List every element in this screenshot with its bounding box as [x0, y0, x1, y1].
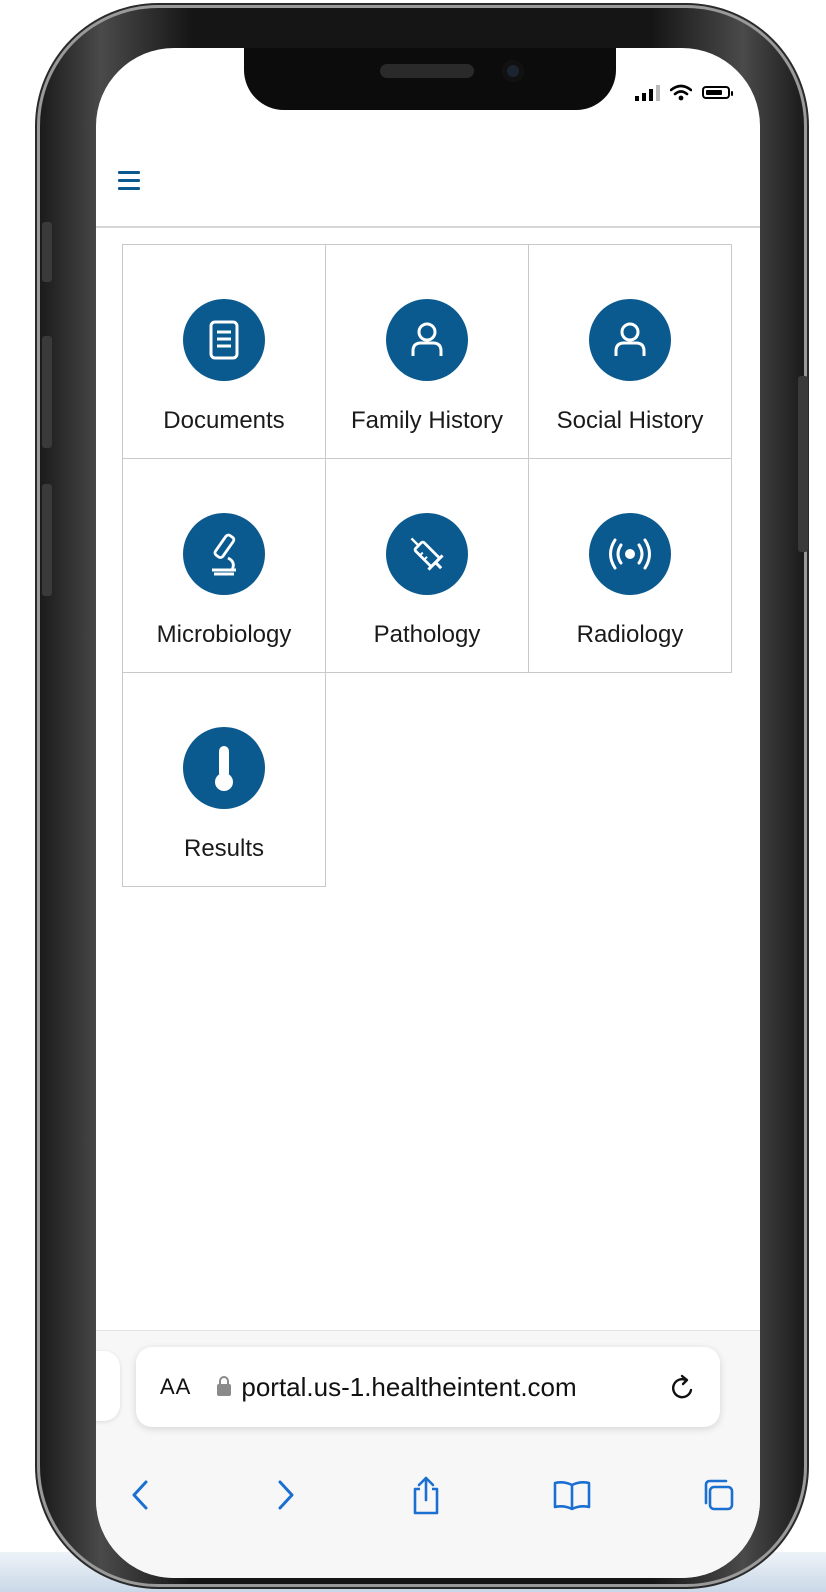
tile-label: Social History [556, 407, 704, 434]
document-icon [183, 299, 265, 381]
tile-pathology[interactable]: Pathology [325, 458, 529, 673]
person-icon [589, 299, 671, 381]
front-camera [502, 60, 524, 82]
url-text[interactable]: portal.us-1.healtheintent.com [241, 1372, 670, 1403]
volume-down-button [42, 484, 52, 596]
status-bar [635, 84, 733, 101]
battery-icon [702, 86, 733, 99]
tile-microbiology[interactable]: Microbiology [122, 458, 326, 673]
reload-icon[interactable] [670, 1373, 696, 1401]
tabs-icon[interactable] [688, 1465, 748, 1525]
syringe-icon [386, 513, 468, 595]
tile-results[interactable]: Results [122, 672, 326, 887]
bookmarks-icon[interactable] [542, 1465, 602, 1525]
safari-toolbar [96, 1465, 760, 1525]
tile-label: Documents [163, 407, 285, 434]
tile-label: Results [183, 835, 265, 862]
tile-label: Family History [350, 407, 503, 434]
previous-tab-edge[interactable] [96, 1351, 120, 1421]
tile-label: Pathology [373, 621, 481, 648]
tile-family-history[interactable]: Family History [325, 244, 529, 459]
tile-label: Radiology [576, 621, 684, 648]
module-grid: Documents Family History Social History … [122, 244, 732, 887]
volume-up-button [42, 336, 52, 448]
tile-documents[interactable]: Documents [122, 244, 326, 459]
power-button [798, 376, 808, 552]
notch [244, 48, 616, 110]
app-header [96, 148, 760, 228]
radiation-signal-icon [589, 513, 671, 595]
share-icon[interactable] [396, 1465, 456, 1525]
person-icon [386, 299, 468, 381]
hamburger-menu-icon[interactable] [118, 168, 142, 192]
text-size-button[interactable]: AA [160, 1374, 191, 1400]
microscope-icon [183, 513, 265, 595]
tile-label: Microbiology [156, 621, 292, 648]
lock-icon [217, 1376, 232, 1396]
cellular-signal-icon [635, 84, 660, 101]
tile-radiology[interactable]: Radiology [528, 458, 732, 673]
phone-screen: Documents Family History Social History … [96, 48, 760, 1578]
tile-social-history[interactable]: Social History [528, 244, 732, 459]
back-icon[interactable] [110, 1465, 170, 1525]
silent-switch [42, 222, 52, 282]
speaker [380, 64, 474, 78]
forward-icon[interactable] [256, 1465, 316, 1525]
thermometer-icon [183, 727, 265, 809]
wifi-icon [670, 84, 692, 101]
safari-bottom-bar: AA portal.us-1.healtheintent.com [96, 1330, 760, 1578]
address-bar[interactable]: AA portal.us-1.healtheintent.com [136, 1347, 720, 1427]
